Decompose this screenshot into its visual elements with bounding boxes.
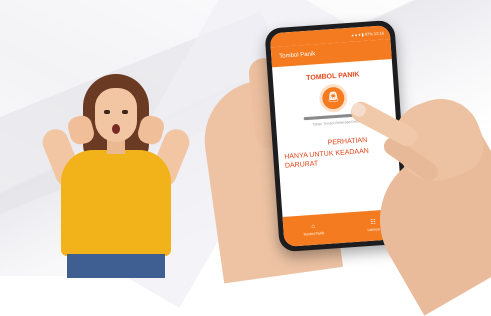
alarm-icon: 🚨︎ xyxy=(326,91,341,104)
grid-icon: ☷ xyxy=(370,219,377,226)
jeans xyxy=(67,254,165,278)
panic-title: TOMBOL PANIK xyxy=(306,71,360,82)
main-content: TOMBOL PANIK 🚨︎ Tahan Tombol Beberapa De… xyxy=(272,59,402,217)
face xyxy=(95,88,137,142)
yellow-shirt xyxy=(61,150,171,256)
eye xyxy=(104,110,110,114)
nav-label: Tombol Panik xyxy=(303,231,325,237)
open-mouth xyxy=(112,124,120,134)
nav-item-tombol-panik[interactable]: ⌂ Tombol Panik xyxy=(283,213,345,247)
warning-body: HANYA UNTUK KEADAAN DARURAT xyxy=(284,147,370,170)
nav-label: Lainnya xyxy=(367,227,380,233)
home-icon: ⌂ xyxy=(311,223,316,230)
surprised-woman-photo xyxy=(38,70,194,278)
status-text: ● ● ▾ ▮ 97% 12:16 xyxy=(351,29,385,38)
eye xyxy=(122,110,128,114)
panic-button[interactable]: 🚨︎ xyxy=(321,86,346,110)
app-title: Tombol Panik xyxy=(279,51,316,60)
